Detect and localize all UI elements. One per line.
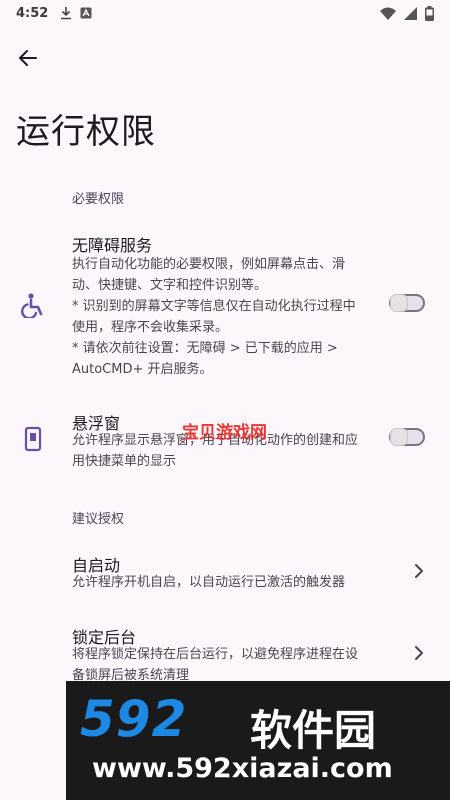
download-icon — [61, 7, 72, 20]
pref-lock-background-summary: 将程序锁定保持在后台运行，以避免程序进程在设 备锁屏后被系统清理 — [72, 644, 382, 686]
toggle-thumb — [390, 428, 408, 446]
pref-autostart-summary: 允许程序开机自启，以自动运行已激活的触发器 — [72, 575, 346, 590]
section-header-required: 必要权限 — [72, 192, 125, 207]
section-header-suggested: 建议授权 — [72, 512, 125, 527]
pref-accessibility-service[interactable]: 无障碍服务 执行自动化功能的必要权限，例如屏幕点击、滑 动、快捷键、文字和控件识… — [0, 226, 450, 386]
wifi-icon — [380, 7, 396, 20]
accessibility-toggle[interactable] — [389, 294, 425, 312]
chevron-right-icon — [415, 564, 423, 578]
app-notification-icon — [80, 7, 92, 19]
pref-autostart[interactable]: 自启动 允许程序开机自启，以自动运行已激活的触发器 — [0, 552, 450, 602]
overlay-watermark: 宝贝游戏网 — [182, 423, 267, 443]
summary-line: 将程序锁定保持在后台运行，以避免程序进程在设 — [72, 647, 359, 662]
status-time: 4:52 — [16, 5, 49, 21]
floating-window-icon — [24, 426, 42, 452]
page-title: 运行权限 — [16, 112, 156, 152]
summary-line: * 请依次前往设置：无障碍 > 已下载的应用 > — [72, 341, 338, 356]
pref-accessibility-summary: 执行自动化功能的必要权限，例如屏幕点击、滑 动、快捷键、文字和控件识别等。 * … — [72, 254, 382, 380]
pref-accessibility-title: 无障碍服务 — [72, 236, 153, 255]
status-system-icons — [380, 5, 434, 21]
footer-logo-number: 592 — [80, 690, 188, 748]
back-button[interactable] — [10, 40, 46, 76]
summary-line: * 识别到的屏幕文字等信息仅在自动化执行过程中 — [72, 299, 356, 314]
chevron-right-icon — [415, 646, 423, 660]
battery-icon — [425, 5, 434, 21]
signal-icon — [404, 6, 417, 20]
summary-line: 动、快捷键、文字和控件识别等。 — [72, 278, 268, 293]
status-bar: 4:52 — [0, 0, 450, 26]
summary-line: AutoCMD+ 开启服务。 — [72, 362, 213, 377]
floating-window-toggle[interactable] — [389, 428, 425, 446]
arrow-back-icon — [19, 50, 37, 66]
status-notification-icons — [60, 6, 92, 20]
summary-line: 用快捷菜单的显示 — [72, 454, 177, 469]
pref-lock-background[interactable]: 锁定后台 将程序锁定保持在后台运行，以避免程序进程在设 备锁屏后被系统清理 — [0, 624, 450, 684]
toggle-thumb — [390, 294, 408, 312]
footer-logo-text: 软件园 — [250, 706, 377, 755]
accessibility-icon — [21, 293, 43, 318]
summary-line: 执行自动化功能的必要权限，例如屏幕点击、滑 — [72, 257, 346, 272]
summary-line: 使用，程序不会收集采录。 — [72, 320, 229, 335]
footer-url: www.592xiazai.com — [92, 753, 393, 784]
